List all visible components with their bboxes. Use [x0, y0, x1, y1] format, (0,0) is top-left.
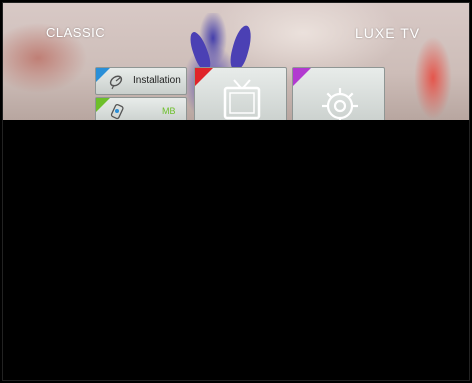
tile-settings[interactable]	[292, 67, 385, 120]
main-menu: Installation MB	[95, 67, 385, 120]
menu-item-label: MB	[162, 106, 176, 116]
menu-item-media[interactable]: MB	[95, 97, 187, 120]
menu-item-installation[interactable]: Installation	[95, 67, 187, 95]
accent-corner	[293, 68, 311, 86]
screen: CLASSIC LUXE TV Installation MB	[2, 2, 470, 381]
brand-logo-left: CLASSIC	[46, 25, 106, 40]
brand-logo-right: LUXE TV	[355, 25, 421, 41]
media-icon	[110, 103, 124, 120]
background-image: CLASSIC LUXE TV Installation MB	[3, 3, 469, 120]
menu-item-label: Installation	[133, 75, 181, 86]
accent-corner	[195, 68, 213, 86]
gear-icon	[322, 88, 358, 120]
satellite-dish-icon	[109, 75, 123, 90]
tile-tv[interactable]	[194, 67, 287, 120]
tv-icon	[223, 79, 261, 120]
